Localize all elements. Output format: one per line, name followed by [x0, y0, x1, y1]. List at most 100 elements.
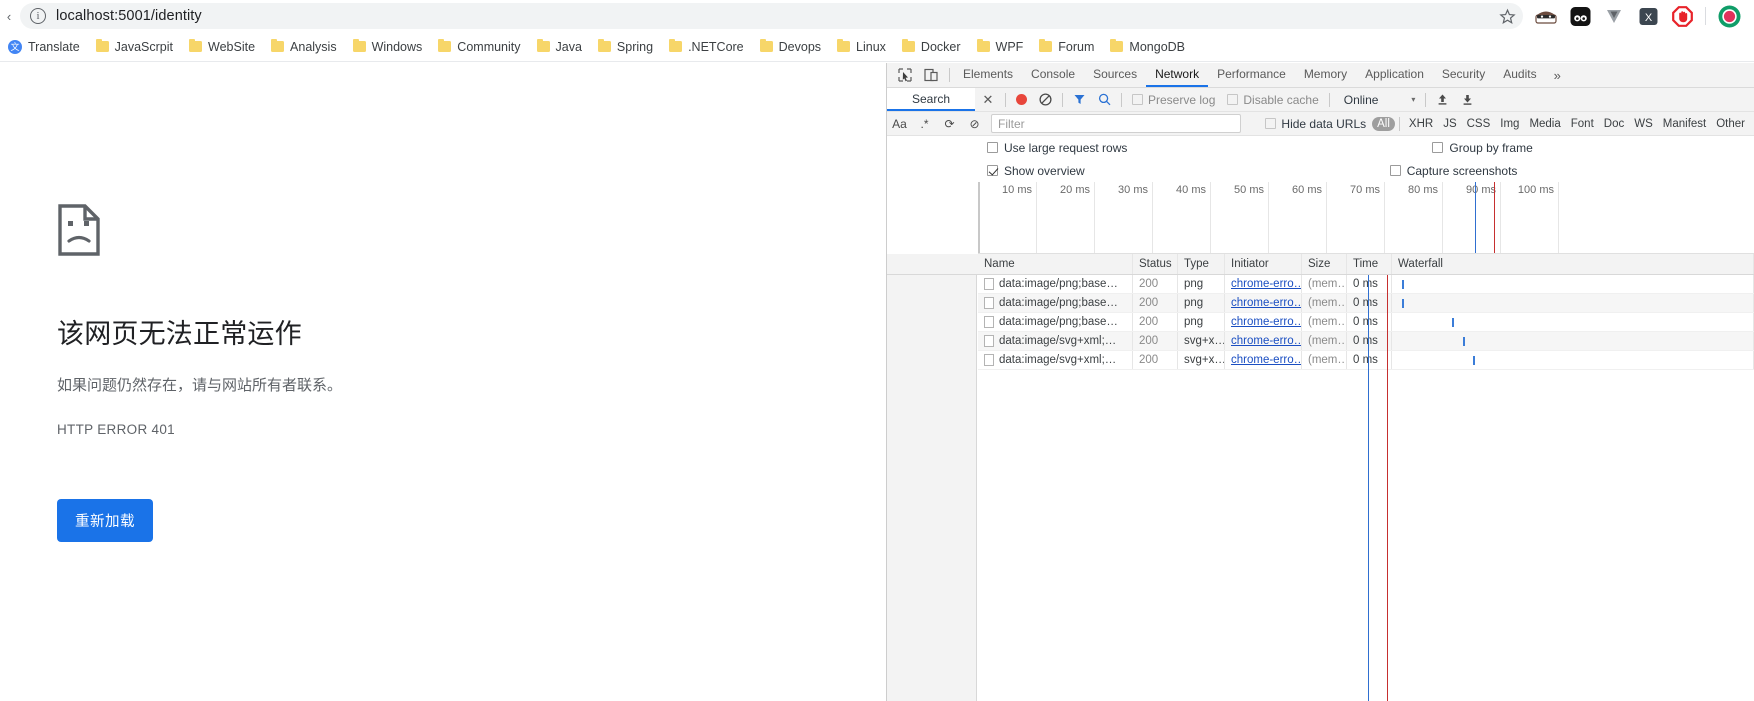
bitwarden-extension-icon[interactable] [1529, 1, 1563, 31]
reload-button[interactable]: 重新加载 [57, 499, 153, 543]
cell-waterfall [1392, 313, 1754, 331]
tab-performance[interactable]: Performance [1208, 63, 1295, 87]
regex-icon[interactable]: .* [912, 112, 937, 135]
clear-network-log-button[interactable] [1033, 93, 1058, 106]
column-header-time[interactable]: Time [1347, 254, 1392, 274]
record-button[interactable] [1010, 94, 1033, 105]
bookmark-forum[interactable]: Forum [1031, 37, 1102, 57]
site-info-icon[interactable]: i [30, 8, 46, 24]
type-filter-ws[interactable]: WS [1629, 117, 1658, 131]
column-header-initiator[interactable]: Initiator [1225, 254, 1302, 274]
bookmark-docker[interactable]: Docker [894, 37, 969, 57]
inspect-element-icon[interactable] [895, 65, 915, 85]
table-row[interactable]: data:image/svg+xml;… 200 svg+x… chrome-e… [978, 351, 1754, 370]
bookmark-wpf[interactable]: WPF [969, 37, 1032, 57]
table-row[interactable]: data:image/svg+xml;… 200 svg+x… chrome-e… [978, 332, 1754, 351]
type-filter-js[interactable]: JS [1438, 117, 1461, 131]
type-filter-media[interactable]: Media [1524, 117, 1565, 131]
import-har-icon [1439, 94, 1447, 105]
overview-gridline [1326, 182, 1327, 253]
bookmark-devops[interactable]: Devops [752, 37, 829, 57]
type-filter-img[interactable]: Img [1495, 117, 1524, 131]
bookmark-website[interactable]: WebSite [181, 37, 263, 57]
group-by-frame-checkbox[interactable]: Group by frame [1432, 141, 1533, 155]
tab-memory[interactable]: Memory [1295, 63, 1356, 87]
tab-sources[interactable]: Sources [1084, 63, 1146, 87]
checkbox-icon [1432, 142, 1444, 153]
use-large-rows-checkbox[interactable]: Use large request rows [987, 141, 1127, 155]
bookmark-javascript[interactable]: JavaScrpit [88, 37, 181, 57]
bookmark-analysis[interactable]: Analysis [263, 37, 345, 57]
svg-text:X: X [1644, 11, 1652, 23]
column-header-status[interactable]: Status [1133, 254, 1178, 274]
more-tabs-icon[interactable]: » [1546, 63, 1569, 87]
type-filter-doc[interactable]: Doc [1599, 117, 1629, 131]
address-bar[interactable]: i localhost:5001/identity [20, 3, 1523, 29]
filter-input[interactable]: Filter [991, 114, 1241, 133]
match-case-icon[interactable]: Aa [887, 112, 912, 135]
vimium-extension-icon[interactable] [1597, 1, 1631, 31]
toggle-device-toolbar-icon[interactable] [921, 65, 941, 85]
bookmark-community[interactable]: Community [430, 37, 528, 57]
bookmark-spring[interactable]: Spring [590, 37, 661, 57]
filter-toggle-button[interactable] [1067, 93, 1092, 106]
dashlane-extension-icon[interactable] [1563, 1, 1597, 31]
search-requests-button[interactable] [1092, 93, 1117, 106]
type-filter-css[interactable]: CSS [1462, 117, 1496, 131]
disable-cache-checkbox[interactable]: Disable cache [1221, 93, 1324, 107]
request-name: data:image/png;base… [999, 278, 1118, 290]
devtools-panel: Elements Console Sources Network Perform… [886, 63, 1754, 701]
hide-data-urls-checkbox[interactable]: Hide data URLs [1259, 117, 1372, 131]
cell-initiator[interactable]: chrome-erro… [1225, 332, 1302, 350]
cell-initiator[interactable]: chrome-erro… [1225, 313, 1302, 331]
xmarks-extension-icon[interactable]: X [1631, 1, 1665, 31]
preserve-log-checkbox[interactable]: Preserve log [1126, 93, 1221, 107]
bookmark-mongodb[interactable]: MongoDB [1102, 37, 1193, 57]
type-filter-other[interactable]: Other [1711, 117, 1750, 131]
table-row[interactable]: data:image/png;base… 200 png chrome-erro… [978, 294, 1754, 313]
export-har-button[interactable] [1455, 93, 1480, 106]
bookmark-netcore[interactable]: .NETCore [661, 37, 752, 57]
tab-audits[interactable]: Audits [1494, 63, 1545, 87]
tab-security[interactable]: Security [1433, 63, 1494, 87]
bookmark-java[interactable]: Java [529, 37, 590, 57]
profile-avatar[interactable] [1712, 1, 1746, 31]
refresh-search-icon[interactable]: ⟳ [937, 112, 962, 135]
bookmark-windows[interactable]: Windows [345, 37, 431, 57]
cancel-search-icon[interactable]: ⊘ [962, 112, 987, 135]
cell-initiator[interactable]: chrome-erro… [1225, 294, 1302, 312]
tab-console[interactable]: Console [1022, 63, 1084, 87]
cell-initiator[interactable]: chrome-erro… [1225, 351, 1302, 369]
cell-waterfall [1392, 351, 1754, 369]
column-header-waterfall[interactable]: Waterfall [1392, 254, 1754, 274]
back-button[interactable]: ‹ [0, 9, 18, 24]
show-overview-checkbox[interactable]: Show overview [987, 164, 1085, 178]
bookmark-star-button[interactable] [1495, 4, 1519, 28]
bookmark-linux[interactable]: Linux [829, 37, 894, 57]
column-header-type[interactable]: Type [1178, 254, 1225, 274]
type-filter-manifest[interactable]: Manifest [1658, 117, 1711, 131]
capture-screenshots-checkbox[interactable]: Capture screenshots [1389, 164, 1517, 178]
network-toolbar: Search ✕ Preserve log Disable cache Onli… [887, 88, 1754, 112]
type-filter-all[interactable]: All [1372, 116, 1395, 131]
column-header-size[interactable]: Size [1302, 254, 1347, 274]
type-filter-xhr[interactable]: XHR [1404, 117, 1438, 131]
throttling-select[interactable]: Online ▾ [1334, 93, 1422, 107]
table-row[interactable]: data:image/png;base… 200 png chrome-erro… [978, 313, 1754, 332]
type-filter-font[interactable]: Font [1566, 117, 1599, 131]
search-drawer-tab[interactable]: Search [887, 88, 975, 111]
tab-application[interactable]: Application [1356, 63, 1433, 87]
cell-initiator[interactable]: chrome-erro… [1225, 275, 1302, 293]
folder-icon [669, 39, 683, 52]
overview-left-handle[interactable] [978, 182, 980, 253]
network-overview-timeline[interactable]: 10 ms 20 ms 30 ms 40 ms 50 ms 60 ms 70 m… [978, 182, 1754, 254]
tab-elements[interactable]: Elements [954, 63, 1022, 87]
table-row[interactable]: data:image/png;base… 200 png chrome-erro… [978, 275, 1754, 294]
close-search-icon[interactable]: ✕ [975, 92, 1001, 108]
import-har-button[interactable] [1430, 93, 1455, 106]
adblock-extension-icon[interactable] [1665, 1, 1699, 31]
bookmark-translate[interactable]: 文 Translate [0, 37, 88, 57]
tab-network[interactable]: Network [1146, 63, 1209, 87]
bookmark-label: MongoDB [1129, 39, 1186, 54]
column-header-name[interactable]: Name [978, 254, 1133, 274]
